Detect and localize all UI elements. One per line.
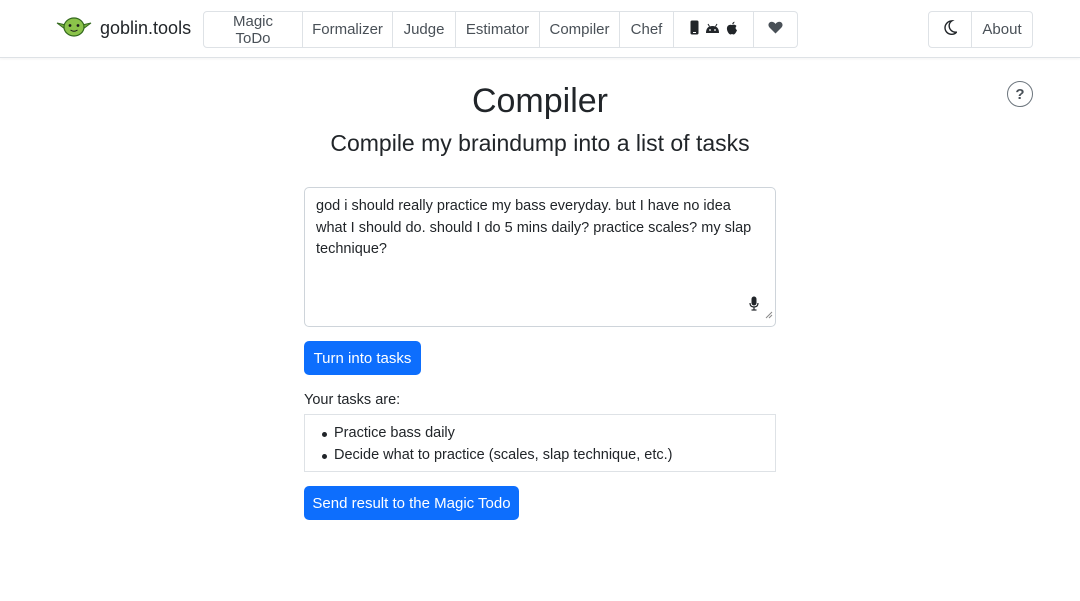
task-item: Practice bass daily xyxy=(321,423,775,445)
top-navbar: goblin.tools Magic ToDo Formalizer Judge… xyxy=(0,0,1080,58)
brand-link[interactable]: goblin.tools xyxy=(56,14,191,43)
microphone-icon[interactable] xyxy=(749,296,759,316)
goblin-logo-icon xyxy=(56,14,92,43)
braindump-input-wrapper: god i should really practice my bass eve… xyxy=(304,187,776,327)
support-heart-button[interactable] xyxy=(754,11,798,48)
mobile-phone-icon xyxy=(690,20,699,39)
nav-apps-button[interactable] xyxy=(674,11,754,48)
tasks-result-box: Practice bass daily Decide what to pract… xyxy=(304,414,776,472)
brand-name: goblin.tools xyxy=(100,18,192,38)
page-subtitle: Compile my braindump into a list of task… xyxy=(330,130,750,156)
moon-icon xyxy=(943,19,959,39)
nav-chef[interactable]: Chef xyxy=(620,11,674,48)
resize-handle-icon[interactable] xyxy=(765,306,773,324)
about-button[interactable]: About xyxy=(972,11,1033,48)
task-item: Decide what to practice (scales, slap te… xyxy=(321,445,775,467)
tool-nav: Magic ToDo Formalizer Judge Estimator Co… xyxy=(203,11,798,48)
nav-estimator[interactable]: Estimator xyxy=(456,11,540,48)
send-to-magic-todo-button[interactable]: Send result to the Magic Todo xyxy=(304,486,519,520)
braindump-input[interactable]: god i should really practice my bass eve… xyxy=(305,188,775,326)
tasks-label: Your tasks are: xyxy=(304,392,401,408)
task-list: Practice bass daily Decide what to pract… xyxy=(321,423,775,466)
android-icon xyxy=(705,21,720,38)
heart-icon xyxy=(768,21,783,38)
apple-icon xyxy=(726,21,738,39)
nav-magic-todo[interactable]: Magic ToDo xyxy=(203,11,303,48)
turn-into-tasks-button[interactable]: Turn into tasks xyxy=(304,341,421,375)
right-nav: About xyxy=(928,11,1033,48)
nav-formalizer[interactable]: Formalizer xyxy=(303,11,393,48)
page-title: Compiler xyxy=(471,82,609,120)
nav-judge[interactable]: Judge xyxy=(393,11,456,48)
theme-toggle-button[interactable] xyxy=(928,11,972,48)
nav-compiler[interactable]: Compiler xyxy=(540,11,620,48)
